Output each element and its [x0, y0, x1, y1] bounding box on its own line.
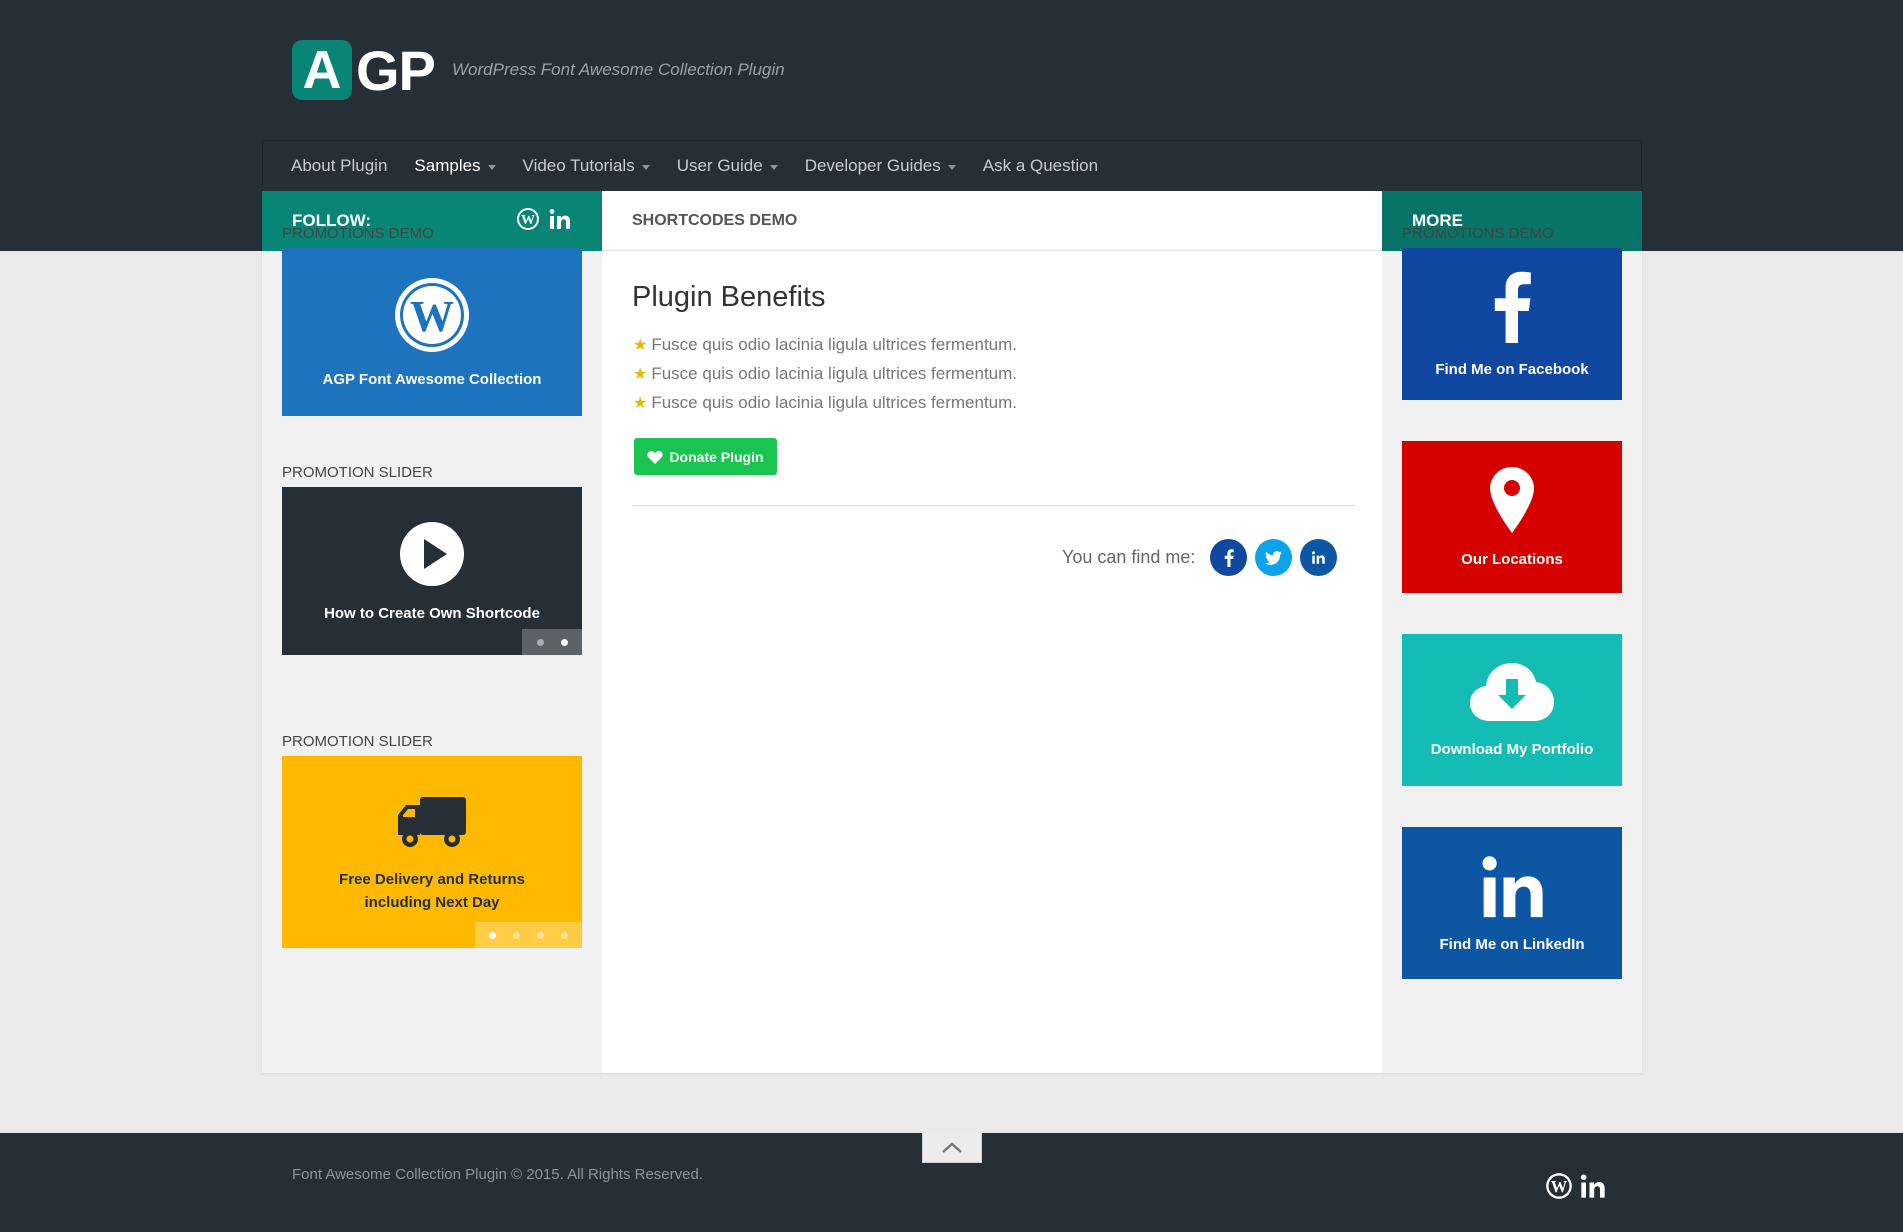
follow-bar: FOLLOW: W	[262, 191, 602, 251]
nav-item-developer-guides[interactable]: Developer Guides	[805, 156, 956, 176]
slider-dot[interactable]	[513, 931, 521, 939]
star-icon: ★	[633, 337, 648, 354]
promo-locations[interactable]: Our Locations	[1402, 441, 1622, 593]
slider-dot-active[interactable]	[489, 931, 497, 939]
back-to-top-button[interactable]	[922, 1133, 982, 1163]
linkedin-icon	[1478, 854, 1546, 922]
promo-label-line2: including Next Day	[364, 894, 500, 911]
facebook-icon	[1492, 271, 1532, 347]
caret-down-icon	[641, 164, 650, 170]
wordpress-icon[interactable]: W	[1545, 1172, 1573, 1205]
benefit-text: Fusce quis odio lacinia ligula ultrices …	[651, 364, 1018, 383]
twitter-icon[interactable]	[1255, 539, 1293, 576]
svg-text:W: W	[410, 292, 454, 341]
main-nav: About Plugin Samples Video Tutorials Use…	[262, 140, 1642, 191]
slider-pager	[475, 922, 582, 948]
widget-title: PROMOTIONS DEMO	[282, 225, 434, 242]
promo-slider-shortcode[interactable]: How to Create Own Shortcode	[282, 487, 582, 655]
promo-label: Our Locations	[1461, 550, 1563, 568]
site-logo[interactable]: A GP	[292, 38, 436, 102]
caret-down-icon	[947, 164, 956, 170]
caret-down-icon	[487, 164, 496, 170]
nav-item-video-tutorials[interactable]: Video Tutorials	[523, 156, 650, 176]
star-icon: ★	[633, 366, 648, 383]
footer-social-icons: W	[1545, 1172, 1607, 1205]
findme-label: You can find me:	[1062, 547, 1196, 567]
promo-facebook[interactable]: Find Me on Facebook	[1402, 248, 1622, 400]
benefit-text: Fusce quis odio lacinia ligula ultrices …	[651, 393, 1018, 412]
wordpress-icon: W	[394, 277, 470, 357]
site-tagline: WordPress Font Awesome Collection Plugin	[452, 60, 785, 79]
promo-label: AGP Font Awesome Collection	[322, 370, 542, 388]
wordpress-icon[interactable]: W	[516, 207, 540, 236]
nav-label: About Plugin	[291, 156, 388, 175]
facebook-icon[interactable]	[1210, 539, 1248, 576]
promo-label: Find Me on Facebook	[1435, 360, 1589, 378]
social-find-me: You can find me:	[1062, 539, 1338, 576]
promo-label: Find Me on LinkedIn	[1439, 935, 1585, 953]
promo-portfolio[interactable]: Download My Portfolio	[1402, 634, 1622, 786]
page-container: FOLLOW: W PROMOTIONS DEMO W AGP Font Awe…	[262, 191, 1642, 1073]
promo-label: How to Create Own Shortcode	[324, 604, 540, 622]
nav-label: Developer Guides	[804, 156, 941, 175]
slider-dot[interactable]	[536, 638, 544, 646]
list-item: ★ Fusce quis odio lacinia ligula ultrices…	[633, 335, 1017, 355]
chevron-up-icon	[942, 1142, 962, 1153]
slider-dot[interactable]	[536, 931, 544, 939]
follow-icons: W	[516, 207, 572, 236]
linkedin-icon[interactable]	[1579, 1172, 1607, 1205]
promo-label-line1: Free Delivery and Returns	[339, 871, 525, 888]
more-header: MORE	[1382, 191, 1642, 251]
logo-text: GP	[356, 38, 436, 102]
slider-pager	[522, 629, 582, 655]
linkedin-icon[interactable]	[548, 207, 572, 236]
content-header: SHORTCODES DEMO	[602, 191, 1382, 251]
slider-dot[interactable]	[560, 931, 568, 939]
linkedin-icon[interactable]	[1300, 539, 1338, 576]
nav-item-about-plugin[interactable]: About Plugin	[291, 156, 387, 176]
caret-down-icon	[769, 164, 778, 170]
nav-label: Ask a Question	[982, 156, 1099, 175]
page-title: Plugin Benefits	[632, 281, 826, 313]
list-item: ★ Fusce quis odio lacinia ligula ultrices…	[633, 364, 1017, 384]
benefit-text: Fusce quis odio lacinia ligula ultrices …	[651, 335, 1018, 354]
promo-label: Download My Portfolio	[1430, 740, 1594, 758]
nav-label: Video Tutorials	[522, 156, 635, 175]
donate-label: Donate Plugin	[669, 448, 764, 465]
svg-text:W: W	[521, 213, 535, 228]
widget-title: PROMOTIONS DEMO	[1402, 225, 1554, 242]
promo-agp-collection[interactable]: W AGP Font Awesome Collection	[282, 248, 582, 416]
footer-copyright: Font Awesome Collection Plugin © 2015. A…	[292, 1166, 703, 1183]
nav-item-ask-a-question[interactable]: Ask a Question	[983, 156, 1098, 176]
star-icon: ★	[633, 395, 648, 412]
widget-title: PROMOTION SLIDER	[282, 733, 433, 750]
left-sidebar: FOLLOW: W PROMOTIONS DEMO W AGP Font Awe…	[262, 191, 602, 1073]
widget-title: PROMOTION SLIDER	[282, 464, 433, 481]
cloud-download-icon	[1470, 662, 1554, 727]
promo-slider-delivery[interactable]: Free Delivery and Returns including Next…	[282, 756, 582, 948]
truck-icon	[396, 793, 468, 857]
nav-item-samples[interactable]: Samples	[414, 156, 496, 176]
logo-mark: A	[292, 40, 352, 100]
heart-icon	[647, 450, 664, 464]
right-sidebar: MORE PROMOTIONS DEMO Find Me on Facebook…	[1382, 191, 1642, 1073]
list-item: ★ Fusce quis odio lacinia ligula ultrices…	[633, 393, 1017, 413]
promo-linkedin[interactable]: Find Me on LinkedIn	[1402, 827, 1622, 979]
nav-label: Samples	[414, 156, 481, 175]
nav-label: User Guide	[676, 156, 763, 175]
nav-item-user-guide[interactable]: User Guide	[677, 156, 778, 176]
map-marker-icon	[1490, 466, 1534, 537]
svg-text:W: W	[1551, 1177, 1568, 1196]
play-circle-icon	[399, 521, 465, 591]
divider	[632, 505, 1356, 506]
donate-button[interactable]: Donate Plugin	[634, 438, 777, 475]
slider-dot-active[interactable]	[560, 638, 568, 646]
